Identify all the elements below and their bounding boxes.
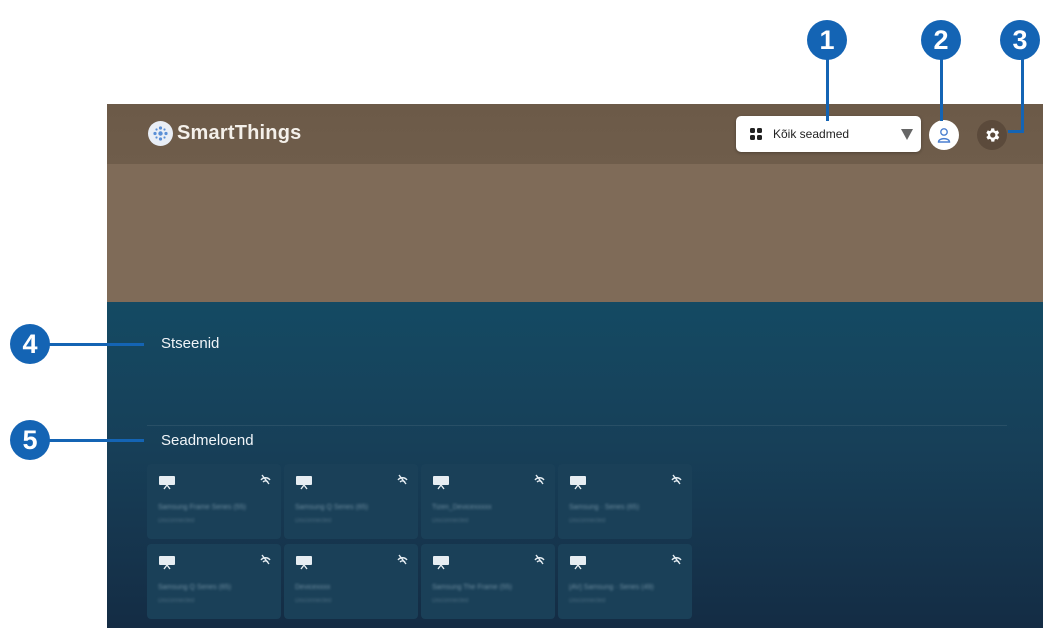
callout-2-badge: 2 <box>921 20 961 60</box>
disconnected-icon <box>397 554 408 565</box>
tv-icon <box>433 556 449 570</box>
device-status: Disconnected <box>158 598 195 604</box>
callout-1-badge: 1 <box>807 20 847 60</box>
device-tile[interactable]: Samsung Q Series (65) Disconnected <box>147 544 281 619</box>
grid-icon <box>750 128 762 140</box>
disconnected-icon <box>260 554 271 565</box>
device-name: Devicexxxx <box>295 584 331 591</box>
device-name: Samsung · Series (65) <box>569 504 640 511</box>
device-tile[interactable]: Samsung Frame Series (55) Disconnected <box>147 464 281 539</box>
smartthings-logo-icon <box>148 121 173 146</box>
device-name: [AV] Samsung · Series (49) <box>569 584 654 591</box>
device-name: Tizen_Devicexxxxx <box>432 504 492 511</box>
device-tile[interactable]: Samsung The Frame (55) Disconnected <box>421 544 555 619</box>
device-status: Disconnected <box>432 598 469 604</box>
tv-icon <box>159 556 175 570</box>
device-status: Disconnected <box>569 518 606 524</box>
top-bar: SmartThings Kõik seadmed <box>107 104 1043 164</box>
callout-3-connector <box>1008 130 1024 133</box>
disconnected-icon <box>397 474 408 485</box>
content-panel: Stseenid Seadmeloend Samsung Frame Serie… <box>107 302 1043 628</box>
disconnected-icon <box>534 474 545 485</box>
person-icon <box>937 128 951 143</box>
disconnected-icon <box>671 474 682 485</box>
callout-3-badge: 3 <box>1000 20 1040 60</box>
callout-2-line <box>940 55 943 121</box>
device-status: Disconnected <box>158 518 195 524</box>
device-status: Disconnected <box>295 518 332 524</box>
tv-icon <box>296 556 312 570</box>
location-dropdown-label: Kõik seadmed <box>773 127 850 141</box>
tv-icon <box>296 476 312 490</box>
location-dropdown[interactable]: Kõik seadmed <box>736 116 921 152</box>
device-tile[interactable]: Samsung · Series (65) Disconnected <box>558 464 692 539</box>
device-status: Disconnected <box>295 598 332 604</box>
profile-button[interactable] <box>929 120 959 150</box>
gear-icon <box>986 128 1000 142</box>
callout-4-line <box>44 343 144 346</box>
disconnected-icon <box>671 554 682 565</box>
settings-button[interactable] <box>977 120 1007 150</box>
device-tile[interactable]: Tizen_Devicexxxxx Disconnected <box>421 464 555 539</box>
callout-5-badge: 5 <box>10 420 50 460</box>
devices-title: Seadmeloend <box>161 432 254 449</box>
device-status: Disconnected <box>569 598 606 604</box>
callout-1-line <box>826 55 829 121</box>
device-name: Samsung Q Series (65) <box>295 504 369 511</box>
tv-screen: SmartThings Kõik seadmed Stseenid Seadme… <box>107 104 1043 628</box>
callout-3-line <box>1021 55 1024 133</box>
tv-icon <box>433 476 449 490</box>
tv-icon <box>159 476 175 490</box>
device-name: Samsung Q Series (65) <box>158 584 232 591</box>
section-divider <box>147 425 1007 426</box>
callout-5-line <box>44 439 144 442</box>
tv-icon <box>570 476 586 490</box>
disconnected-icon <box>534 554 545 565</box>
device-name: Samsung The Frame (55) <box>432 584 513 591</box>
device-tile[interactable]: [AV] Samsung · Series (49) Disconnected <box>558 544 692 619</box>
tv-icon <box>570 556 586 570</box>
device-tile[interactable]: Samsung Q Series (65) Disconnected <box>284 464 418 539</box>
device-name: Samsung Frame Series (55) <box>158 504 246 511</box>
app-logo: SmartThings <box>148 121 301 146</box>
disconnected-icon <box>260 474 271 485</box>
dropdown-arrow-icon <box>901 129 913 140</box>
device-status: Disconnected <box>432 518 469 524</box>
scenes-title: Stseenid <box>161 335 220 352</box>
device-tile[interactable]: Devicexxxx Disconnected <box>284 544 418 619</box>
callout-4-badge: 4 <box>10 324 50 364</box>
app-title: SmartThings <box>177 122 302 144</box>
